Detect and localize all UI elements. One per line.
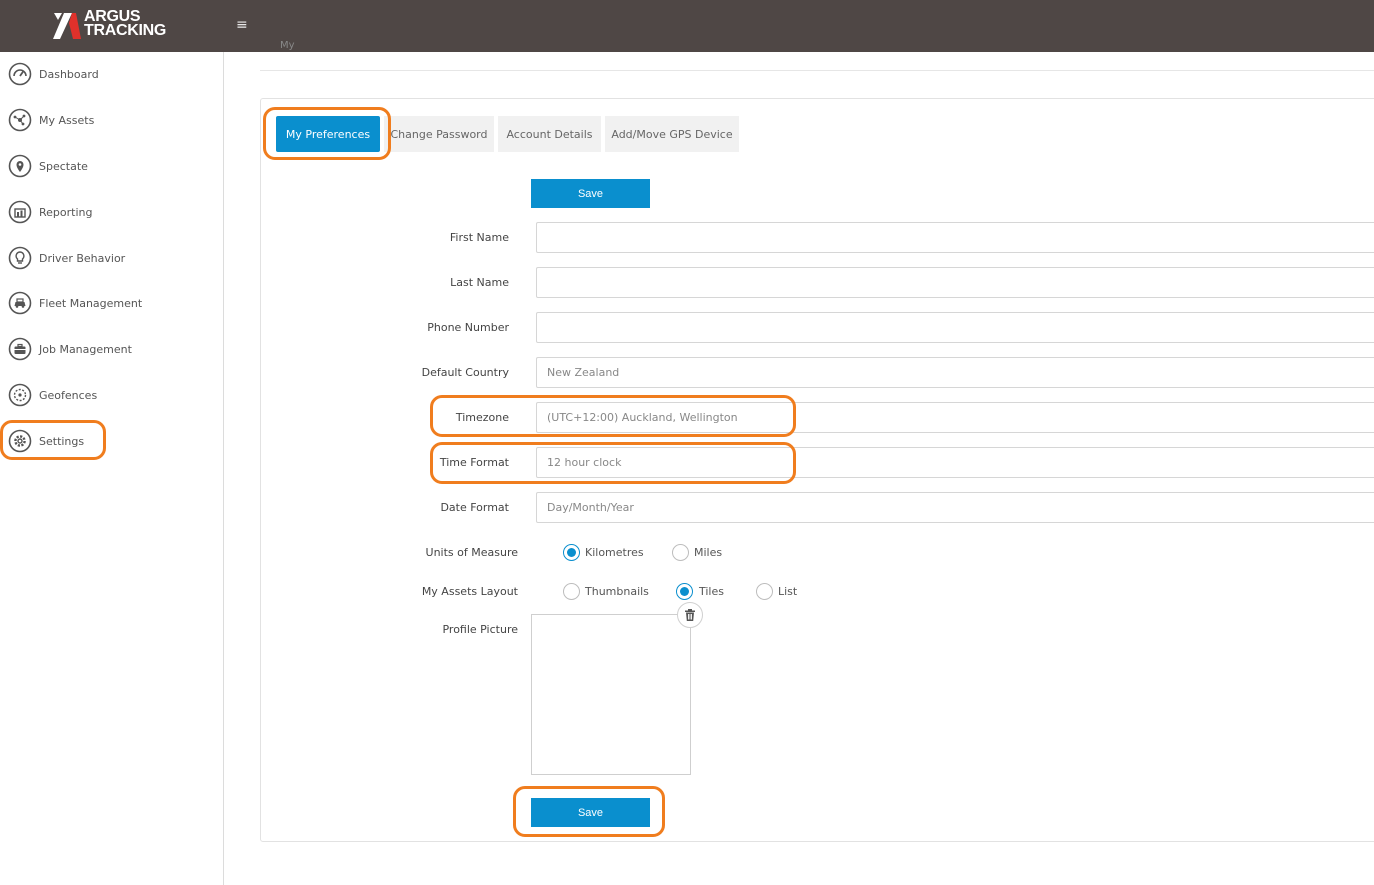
logo-text: ARGUS TRACKING bbox=[84, 9, 167, 39]
sidebar: Dashboard My Assets Spectate Reporting D… bbox=[0, 52, 224, 885]
hamburger-icon[interactable]: ≡ bbox=[236, 15, 248, 35]
radio-miles-label[interactable]: Miles bbox=[694, 546, 722, 559]
default-country-label: Default Country bbox=[421, 366, 509, 379]
first-name-input[interactable] bbox=[536, 222, 1374, 253]
save-button-top[interactable]: Save bbox=[531, 179, 650, 208]
tab-add-move-gps-device[interactable]: Add/Move GPS Device bbox=[605, 116, 739, 152]
tab-label: My Preferences bbox=[285, 127, 371, 141]
sidebar-item-settings[interactable]: Settings bbox=[0, 421, 223, 461]
sidebar-item-fleet-management[interactable]: Fleet Management bbox=[0, 283, 223, 323]
radio-list-label[interactable]: List bbox=[778, 585, 797, 598]
sidebar-item-spectate[interactable]: Spectate bbox=[0, 146, 223, 186]
sidebar-item-label: My Assets bbox=[39, 113, 95, 127]
report-icon bbox=[8, 200, 32, 224]
last-name-label: Last Name bbox=[450, 276, 509, 289]
briefcase-icon bbox=[8, 337, 32, 361]
sidebar-item-job-management[interactable]: Job Management bbox=[0, 329, 223, 369]
radio-kilometres[interactable] bbox=[563, 544, 580, 561]
sidebar-item-label: Driver Behavior bbox=[39, 251, 126, 265]
tab-my-preferences[interactable]: My Preferences bbox=[276, 116, 380, 152]
car-icon bbox=[8, 291, 32, 315]
phone-number-input[interactable] bbox=[536, 312, 1374, 343]
radio-thumbnails-label[interactable]: Thumbnails bbox=[585, 585, 649, 598]
sidebar-item-dashboard[interactable]: Dashboard bbox=[0, 54, 223, 94]
last-name-input[interactable] bbox=[536, 267, 1374, 298]
radio-kilometres-label[interactable]: Kilometres bbox=[585, 546, 644, 559]
trash-icon bbox=[685, 609, 695, 621]
radio-list[interactable] bbox=[756, 583, 773, 600]
logo-line-2: TRACKING bbox=[84, 22, 167, 39]
sidebar-item-geofences[interactable]: Geofences bbox=[0, 375, 223, 415]
gear-icon bbox=[8, 429, 32, 453]
breadcrumb-divider bbox=[260, 70, 1374, 71]
breadcrumb: My bbox=[280, 40, 295, 51]
default-country-select[interactable]: New Zealand bbox=[536, 357, 1374, 388]
assets-layout-label: My Assets Layout bbox=[421, 585, 518, 598]
profile-picture-label: Profile Picture bbox=[442, 623, 518, 636]
lightbulb-icon bbox=[8, 246, 32, 270]
timezone-select[interactable]: (UTC+12:00) Auckland, Wellington bbox=[536, 402, 1374, 433]
tab-label: Add/Move GPS Device bbox=[611, 127, 733, 141]
first-name-label: First Name bbox=[449, 231, 509, 244]
top-bar: ARGUS TRACKING ≡ bbox=[0, 0, 1374, 52]
sidebar-item-label: Fleet Management bbox=[39, 296, 143, 310]
logo-mark-icon bbox=[53, 13, 81, 39]
sidebar-item-label: Settings bbox=[39, 434, 85, 448]
date-format-select[interactable]: Day/Month/Year bbox=[536, 492, 1374, 523]
sidebar-item-driver-behavior[interactable]: Driver Behavior bbox=[0, 238, 223, 278]
profile-picture-box[interactable] bbox=[531, 614, 691, 775]
tab-account-details[interactable]: Account Details bbox=[498, 116, 601, 152]
gauge-icon bbox=[8, 62, 32, 86]
delete-picture-button[interactable] bbox=[677, 602, 703, 628]
map-pin-icon bbox=[8, 154, 32, 178]
geofence-icon bbox=[8, 383, 32, 407]
sidebar-item-label: Dashboard bbox=[39, 67, 99, 81]
phone-number-label: Phone Number bbox=[427, 321, 509, 334]
sidebar-item-label: Geofences bbox=[39, 388, 98, 402]
radio-miles[interactable] bbox=[672, 544, 689, 561]
radio-tiles-label[interactable]: Tiles bbox=[699, 585, 724, 598]
units-of-measure-label: Units of Measure bbox=[425, 546, 518, 559]
sidebar-item-label: Job Management bbox=[39, 342, 132, 356]
time-format-label: Time Format bbox=[439, 456, 509, 469]
save-button-bottom[interactable]: Save bbox=[531, 798, 650, 827]
tab-label: Change Password bbox=[390, 127, 488, 141]
sidebar-item-reporting[interactable]: Reporting bbox=[0, 192, 223, 232]
network-icon bbox=[8, 108, 32, 132]
radio-tiles[interactable] bbox=[676, 583, 693, 600]
tab-label: Account Details bbox=[506, 127, 593, 141]
sidebar-item-label: Spectate bbox=[39, 159, 88, 173]
argus-tracking-logo[interactable]: ARGUS TRACKING bbox=[52, 9, 182, 43]
date-format-label: Date Format bbox=[440, 501, 509, 514]
timezone-label: Timezone bbox=[455, 411, 509, 424]
sidebar-item-my-assets[interactable]: My Assets bbox=[0, 100, 223, 140]
sidebar-item-label: Reporting bbox=[39, 205, 93, 219]
tab-change-password[interactable]: Change Password bbox=[384, 116, 494, 152]
radio-thumbnails[interactable] bbox=[563, 583, 580, 600]
time-format-select[interactable]: 12 hour clock bbox=[536, 447, 1374, 478]
